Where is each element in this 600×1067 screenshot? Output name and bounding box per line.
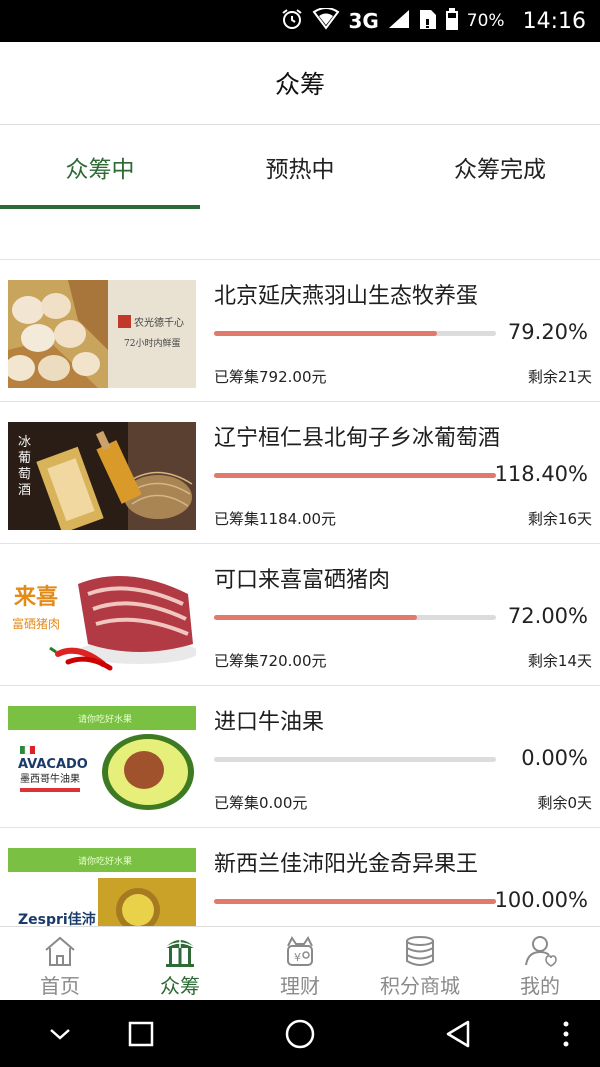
progress-bar xyxy=(214,473,496,478)
spacer xyxy=(0,209,600,259)
app-header: 众筹 xyxy=(0,42,600,125)
thumb-text: 72小时内鲜蛋 xyxy=(124,337,180,349)
svg-text:¥: ¥ xyxy=(294,951,301,964)
list-item[interactable]: 冰 葡 萄 酒 辽宁桓仁县北甸子乡冰葡萄酒 118.40% 已筹集1184.00… xyxy=(0,402,600,544)
raised-amount: 已筹集0.00元 xyxy=(214,794,308,812)
product-name: 辽宁桓仁县北甸子乡冰葡萄酒 xyxy=(214,426,501,451)
nav-collapse-button[interactable] xyxy=(30,1000,90,1067)
product-name: 进口牛油果 xyxy=(214,710,325,735)
svg-text:葡: 葡 xyxy=(18,451,31,466)
thumb-text: 墨西哥牛油果 xyxy=(20,772,80,785)
nav-recents-button[interactable] xyxy=(111,1000,171,1067)
list-item[interactable]: 农光德千心 72小时内鲜蛋 北京延庆燕羽山生态牧养蛋 79.20% 已筹集792… xyxy=(0,260,600,402)
thumb-text: 请你吃好水果 xyxy=(78,855,132,867)
progress-bar xyxy=(214,331,496,336)
product-name: 北京延庆燕羽山生态牧养蛋 xyxy=(214,284,479,309)
tab-crowdfund[interactable]: 众筹 xyxy=(120,927,240,1001)
progress-percent: 79.20% xyxy=(507,320,588,344)
tab-in-progress[interactable]: 众筹中 xyxy=(0,125,200,209)
product-thumbnail: 农光德千心 72小时内鲜蛋 xyxy=(8,280,196,388)
recents-icon xyxy=(128,1021,154,1046)
tab-label: 积分商城 xyxy=(380,974,460,998)
list-item[interactable]: 请你吃好水果 AVACADO 墨西哥牛油果 进口牛油果 0.00% 已筹集0.0… xyxy=(0,686,600,828)
thumb-text: 农光德千心 xyxy=(134,316,184,329)
wifi-icon xyxy=(312,6,340,35)
clock: 14:16 xyxy=(522,8,586,34)
progress-fill xyxy=(214,331,438,336)
product-thumbnail: 来喜 富硒猪肉 xyxy=(8,564,196,672)
list-item[interactable]: 来喜 富硒猪肉 可口来喜富硒猪肉 72.00% 已筹集720.00元 剩余14天 xyxy=(0,544,600,686)
tab-bar-top: 众筹中 预热中 众筹完成 xyxy=(0,125,600,209)
status-bar: 3G 70% 14:16 xyxy=(0,0,600,42)
home-icon xyxy=(45,936,75,966)
thumb-text: 冰 xyxy=(18,435,31,450)
tab-finance[interactable]: ¥ 理财 xyxy=(240,927,360,1001)
system-nav-bar xyxy=(0,1000,600,1067)
product-thumbnail: 请你吃好水果 Zespri佳沛 xyxy=(8,848,196,927)
finance-icon: ¥ xyxy=(287,936,313,966)
raised-amount: 已筹集792.00元 xyxy=(214,368,327,386)
days-remaining: 剩余14天 xyxy=(527,652,592,670)
nav-menu-button[interactable] xyxy=(536,1000,596,1067)
days-remaining: 剩余0天 xyxy=(537,794,592,812)
product-name: 可口来喜富硒猪肉 xyxy=(214,568,391,593)
sim-icon xyxy=(419,7,437,36)
tab-label: 首页 xyxy=(40,974,80,998)
svg-text:酒: 酒 xyxy=(18,483,31,498)
page-title: 众筹 xyxy=(274,70,325,99)
progress-bar xyxy=(214,757,496,762)
back-icon xyxy=(446,1020,470,1047)
raised-amount: 已筹集720.00元 xyxy=(214,652,327,670)
thumb-text: 请你吃好水果 xyxy=(78,713,132,725)
tab-profile[interactable]: 我的 xyxy=(480,927,600,1001)
tab-points-mall[interactable]: 积分商城 xyxy=(360,927,480,1001)
battery-icon xyxy=(445,7,459,36)
progress-percent: 100.00% xyxy=(494,888,588,912)
product-thumbnail: 请你吃好水果 AVACADO 墨西哥牛油果 xyxy=(8,706,196,814)
thumb-text: 富硒猪肉 xyxy=(12,616,60,631)
signal-icon xyxy=(387,8,411,35)
list-item[interactable]: 请你吃好水果 Zespri佳沛 新西兰佳沛阳光金奇异果王 100.00% xyxy=(0,828,600,927)
progress-percent: 72.00% xyxy=(507,604,588,628)
progress-percent: 118.40% xyxy=(494,462,588,486)
profile-icon xyxy=(525,936,557,967)
more-vert-icon xyxy=(563,1021,569,1046)
thumb-text: AVACADO xyxy=(18,757,88,772)
nav-home-button[interactable] xyxy=(270,1000,330,1067)
bottom-tab-bar: 首页 众筹 ¥ 理财 积分商城 我的 xyxy=(0,926,600,1001)
crowdfund-list: 农光德千心 72小时内鲜蛋 北京延庆燕羽山生态牧养蛋 79.20% 已筹集792… xyxy=(0,259,600,927)
battery-percent: 70% xyxy=(466,11,505,31)
alarm-icon xyxy=(280,7,304,36)
progress-bar xyxy=(214,899,496,904)
product-name: 新西兰佳沛阳光金奇异果王 xyxy=(214,852,479,877)
thumb-text: 来喜 xyxy=(13,584,58,610)
days-remaining: 剩余21天 xyxy=(527,368,592,386)
progress-percent: 0.00% xyxy=(521,746,588,770)
product-thumbnail: 冰 葡 萄 酒 xyxy=(8,422,196,530)
raised-amount: 已筹集1184.00元 xyxy=(214,510,337,528)
progress-fill xyxy=(214,899,496,904)
points-mall-icon xyxy=(406,936,434,966)
network-type: 3G xyxy=(348,9,379,33)
chevron-down-icon xyxy=(50,1028,70,1040)
nav-back-button[interactable] xyxy=(428,1000,488,1067)
tab-preheating[interactable]: 预热中 xyxy=(200,125,400,209)
thumb-text: Zespri佳沛 xyxy=(18,911,96,927)
tab-label: 我的 xyxy=(520,974,560,998)
svg-text:萄: 萄 xyxy=(18,467,31,482)
progress-fill xyxy=(214,615,418,620)
tab-home[interactable]: 首页 xyxy=(0,927,120,1001)
tab-label: 理财 xyxy=(280,974,320,998)
progress-fill xyxy=(214,473,496,478)
crowdfund-icon xyxy=(164,938,196,967)
progress-bar xyxy=(214,615,496,620)
circle-home-icon xyxy=(285,1019,315,1048)
tab-label: 众筹 xyxy=(160,974,200,998)
days-remaining: 剩余16天 xyxy=(527,510,592,528)
tab-completed[interactable]: 众筹完成 xyxy=(400,125,600,209)
